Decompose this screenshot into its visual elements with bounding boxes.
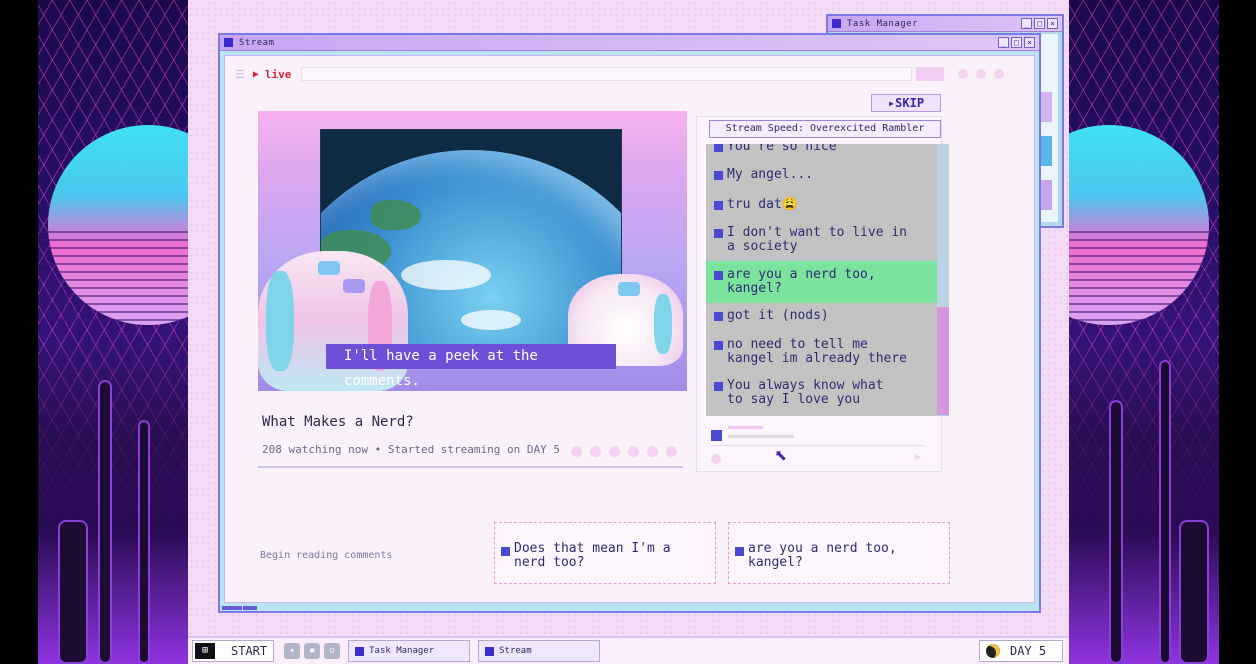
- window-dots: [958, 69, 1004, 79]
- hamburger-icon[interactable]: ☰: [235, 68, 245, 81]
- play-icon: ▶: [252, 68, 259, 80]
- comment-item[interactable]: no need to tell me kangel im already the…: [706, 338, 940, 368]
- comment-item[interactable]: tru dat😩: [706, 198, 940, 212]
- chat-emoji-button[interactable]: [711, 454, 721, 464]
- url-bar: [301, 67, 912, 81]
- begin-reading-label: Begin reading comments: [260, 550, 393, 561]
- taskbar-task-manager[interactable]: Task Manager: [348, 640, 471, 662]
- stream-footer: [222, 606, 257, 610]
- minimize-icon[interactable]: _: [998, 37, 1009, 48]
- stream-title: Stream: [239, 37, 275, 48]
- reply-option-1[interactable]: Does that mean I'm a nerd too?: [494, 522, 716, 584]
- comment-scrollbar-thumb[interactable]: [937, 307, 949, 415]
- start-label: START: [231, 644, 268, 658]
- taskbar: ⊞ START ✦ ▪ ▫ Task Manager Stream DAY 5: [188, 636, 1069, 664]
- video-meta: 208 watching now • Started streaming on …: [262, 443, 561, 456]
- computer-icon[interactable]: ▫: [324, 643, 341, 659]
- taskbar-stream[interactable]: Stream: [478, 640, 601, 662]
- skip-button[interactable]: ▸SKIP: [871, 94, 941, 112]
- background-left: [38, 0, 188, 664]
- stream-titlebar[interactable]: Stream _ □ ×: [220, 35, 1039, 51]
- stream-window: Stream _ □ × ☰ ▶ live I'll have a peek a…: [218, 33, 1041, 613]
- maximize-icon[interactable]: □: [1034, 18, 1045, 29]
- day-indicator: DAY 5: [979, 640, 1063, 662]
- start-logo-icon: ⊞: [195, 643, 215, 659]
- moon-icon: [986, 644, 1000, 658]
- twitter-icon[interactable]: ✦: [284, 643, 301, 659]
- stream-content: ☰ ▶ live I'll have a peek at the comment…: [224, 55, 1035, 603]
- maximize-icon[interactable]: □: [1011, 37, 1022, 48]
- window-icon: [832, 19, 841, 28]
- cursor-icon: ⬉: [774, 444, 788, 469]
- chat-input-avatar: [711, 430, 722, 441]
- dialogue-subtitle: I'll have a peek at the comments.: [326, 344, 616, 389]
- comment-list[interactable]: You're so nice My angel... tru dat😩 I do…: [706, 144, 940, 416]
- stream-speed-label[interactable]: Stream Speed: Overexcited Rambler: [709, 120, 941, 138]
- close-icon[interactable]: ×: [1024, 37, 1035, 48]
- day-label: DAY 5: [1010, 644, 1047, 658]
- chat-icon[interactable]: ▪: [304, 643, 321, 659]
- comment-item[interactable]: I don't want to live in a society: [706, 226, 940, 256]
- minimize-icon[interactable]: _: [1021, 18, 1032, 29]
- video-title: What Makes a Nerd?: [262, 414, 414, 430]
- stream-video: I'll have a peek at the comments.: [258, 111, 687, 391]
- window-icon: [485, 646, 495, 656]
- window-icon: [224, 38, 233, 47]
- meta-dots: [571, 446, 677, 457]
- comment-item[interactable]: You're so nice: [706, 144, 940, 154]
- start-button[interactable]: ⊞ START: [192, 640, 275, 662]
- task-label: Task Manager: [369, 646, 435, 656]
- task-label: Stream: [499, 646, 532, 656]
- url-button[interactable]: [916, 67, 944, 81]
- comment-item-highlighted[interactable]: are you a nerd too, kangel?: [706, 261, 940, 303]
- comment-item[interactable]: got it (nods): [706, 309, 940, 323]
- stream-topbar: ☰ ▶ live: [235, 64, 1004, 84]
- window-icon: [355, 646, 365, 656]
- comment-item[interactable]: You always know what to say I love you: [706, 379, 940, 409]
- send-icon[interactable]: ▶: [915, 452, 921, 463]
- comment-item[interactable]: My angel...: [706, 168, 940, 182]
- background-right: [1069, 0, 1219, 664]
- skip-label: SKIP: [895, 96, 925, 110]
- close-icon[interactable]: ×: [1047, 18, 1058, 29]
- live-label: live: [264, 67, 292, 81]
- reply-option-2[interactable]: are you a nerd too, kangel?: [728, 522, 950, 584]
- task-manager-titlebar[interactable]: Task Manager _ □ ×: [828, 16, 1062, 32]
- task-manager-title: Task Manager: [847, 18, 919, 29]
